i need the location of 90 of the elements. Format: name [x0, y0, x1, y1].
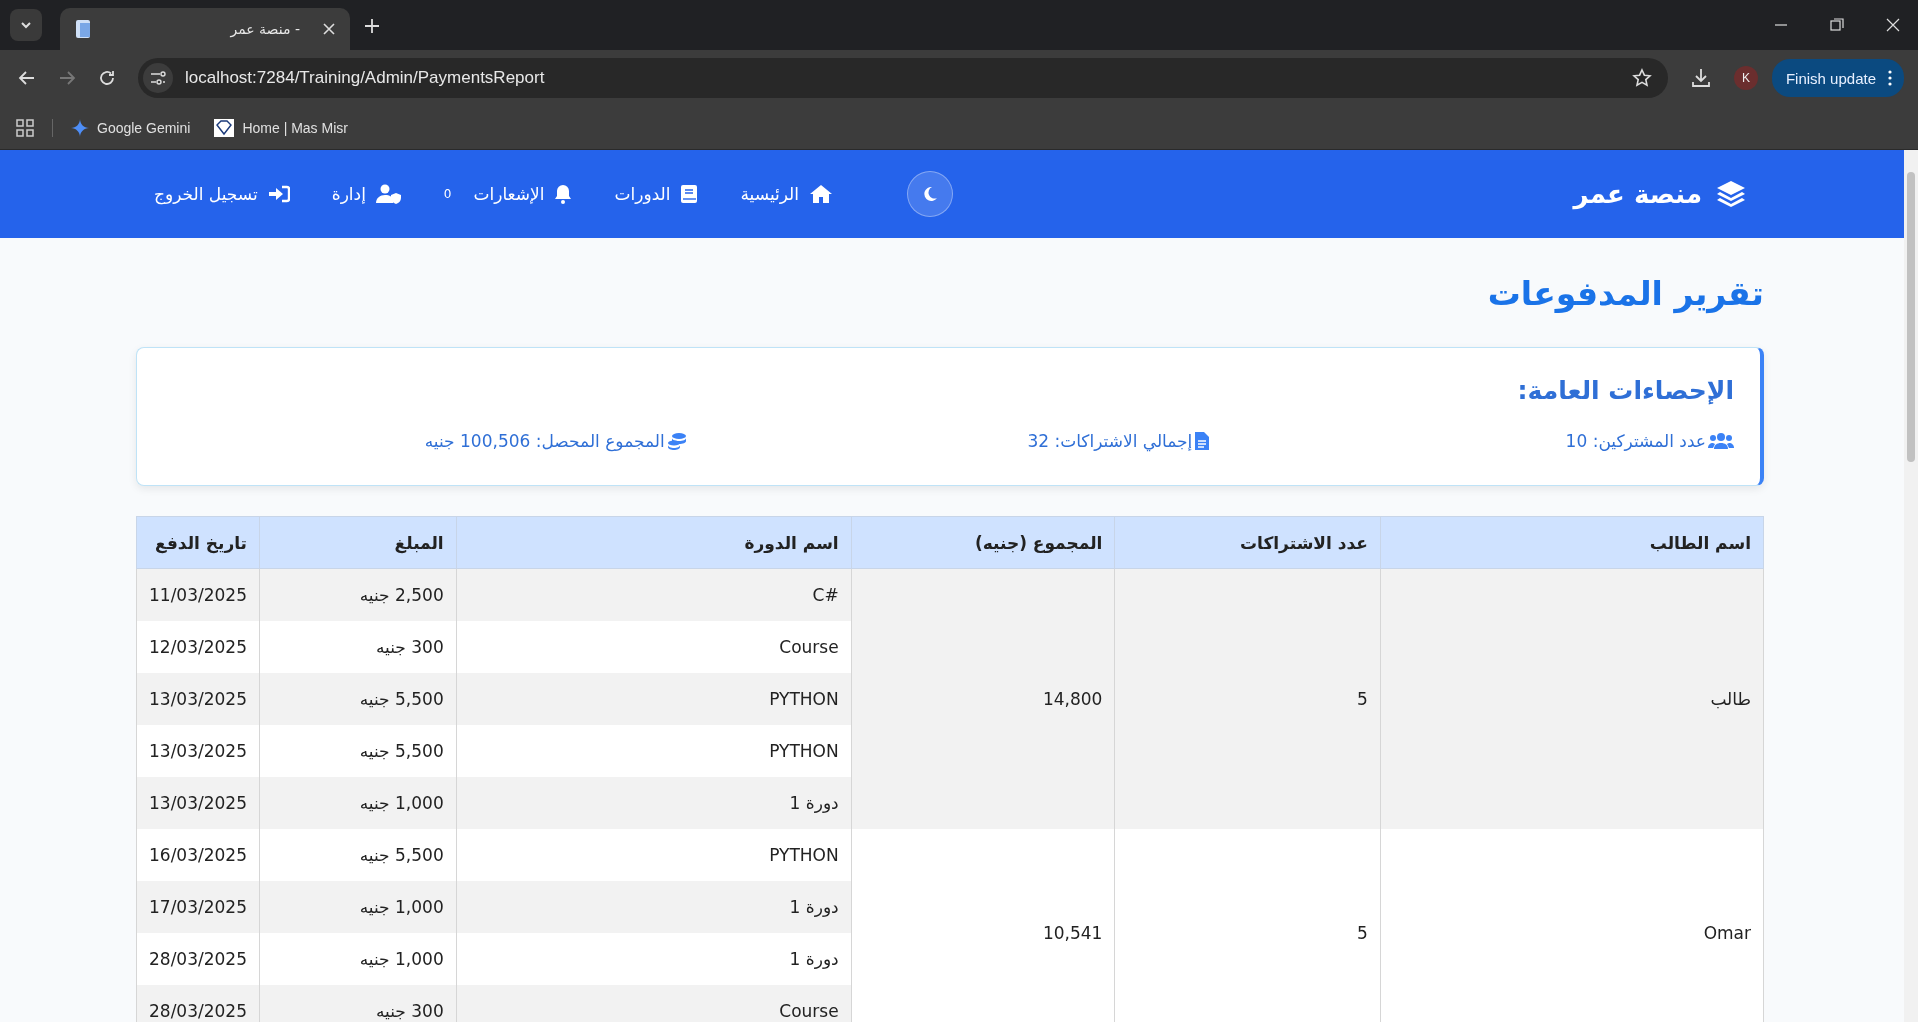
tab-title: منصة عمر -	[229, 21, 301, 37]
notification-count: 0	[443, 187, 452, 201]
url-text: localhost:7284/Training/Admin/PaymentsReport	[185, 68, 546, 88]
bell-icon	[554, 184, 573, 204]
table-cell: 13/03/2025	[136, 777, 260, 829]
table-cell: 13/03/2025	[136, 673, 260, 725]
table-cell: 5,500 جنيه	[259, 725, 457, 777]
column-header: تاريخ الدفع	[136, 516, 260, 569]
diamond-logo-icon	[214, 118, 235, 137]
stat-text: عدد المشتركين: 10	[1565, 431, 1706, 451]
table-cell: 12/03/2025	[136, 621, 260, 673]
column-header: المبلغ	[259, 516, 457, 569]
page-title: تقرير المدفوعات	[1486, 274, 1764, 313]
sparkle-icon	[71, 118, 89, 137]
address-bar[interactable]: localhost:7284/Training/Admin/PaymentsReport	[138, 58, 1668, 98]
table-cell: Course	[456, 985, 852, 1022]
table-cell: دورة 1	[456, 933, 852, 985]
nav-label: إدارة	[331, 184, 366, 204]
new-tab-icon[interactable]	[364, 18, 380, 34]
table-cell: 5,500 جنيه	[259, 829, 457, 881]
book-icon	[680, 184, 699, 204]
restore-icon[interactable]	[1830, 18, 1844, 32]
stat-text: إجمالي الاشتراكات: 32	[1027, 431, 1193, 451]
bookmark-link[interactable]: Google Gemini	[71, 118, 191, 137]
table-cell: طالب	[1380, 568, 1764, 829]
nav-link[interactable]: إدارة	[331, 184, 402, 204]
forward-icon[interactable]	[58, 69, 76, 87]
layers-icon	[1716, 180, 1746, 208]
tab-search-button[interactable]	[10, 9, 42, 41]
table-cell: 14,800	[851, 568, 1115, 829]
logout-icon	[267, 185, 290, 203]
table-cell: 17/03/2025	[136, 881, 260, 933]
column-header: المجموع (جنيه)	[851, 516, 1115, 569]
profile-avatar[interactable]: K	[1733, 66, 1758, 90]
table-cell: PYTHON	[456, 725, 852, 777]
theme-toggle-button[interactable]	[907, 171, 954, 217]
table-cell: دورة 1	[456, 777, 852, 829]
bookmark-link[interactable]: Home | Mas Misr	[214, 118, 348, 137]
table-cell: 10,541	[851, 829, 1115, 1022]
more-icon[interactable]	[1888, 70, 1892, 86]
stats-title: الإحصاءات العامة:	[1516, 376, 1734, 405]
apps-grid-icon[interactable]	[16, 118, 34, 137]
table-cell: 28/03/2025	[136, 933, 260, 985]
finish-update-button[interactable]: Finish update	[1771, 59, 1904, 97]
nav-link[interactable]: الرئيسية	[740, 184, 834, 204]
table-cell: 16/03/2025	[136, 829, 260, 881]
table-cell: 1,000 جنيه	[259, 777, 457, 829]
stat-text: المجموع المحصل: 100,506 جنيه	[424, 431, 665, 451]
nav-link[interactable]: الدورات	[614, 184, 699, 204]
file-icon	[1194, 431, 1211, 451]
table-cell: 13/03/2025	[136, 725, 260, 777]
table-cell: 11/03/2025	[136, 568, 260, 621]
download-icon[interactable]	[1689, 67, 1712, 89]
users-icon	[1708, 432, 1734, 450]
table-cell: 300 جنيه	[259, 621, 457, 673]
table-cell: Course	[456, 621, 852, 673]
nav-label: تسجيل الخروج	[154, 184, 258, 204]
browser-tab[interactable]: منصة عمر -	[60, 8, 350, 50]
bookmark-star-icon[interactable]	[1631, 68, 1652, 88]
coins-icon	[666, 432, 687, 450]
column-header: اسم الدورة	[456, 516, 852, 569]
table-cell: 28/03/2025	[136, 985, 260, 1022]
nav-label: الإشعارات	[473, 184, 545, 204]
table-cell: 1,000 جنيه	[259, 933, 457, 985]
home-icon	[809, 184, 834, 204]
table-cell: PYTHON	[456, 829, 852, 881]
table-cell: 300 جنيه	[259, 985, 457, 1022]
table-cell: PYTHON	[456, 673, 852, 725]
table-cell: 5,500 جنيه	[259, 673, 457, 725]
table-cell: C#	[456, 568, 852, 621]
nav-label: الدورات	[614, 184, 671, 204]
scrollbar-thumb[interactable]	[1907, 172, 1915, 462]
site-settings-icon[interactable]	[143, 63, 173, 93]
table-cell: 5	[1114, 568, 1381, 829]
table-cell: 1,000 جنيه	[259, 881, 457, 933]
close-icon[interactable]	[1886, 18, 1900, 32]
brand-link[interactable]: منصة عمر	[1573, 179, 1746, 209]
back-icon[interactable]	[18, 69, 36, 87]
close-icon[interactable]	[322, 22, 336, 36]
table-cell: دورة 1	[456, 881, 852, 933]
table-cell: Omar	[1380, 829, 1764, 1022]
reload-icon[interactable]	[98, 69, 116, 87]
nav-label: الرئيسية	[740, 184, 800, 204]
user-shield-icon	[375, 184, 402, 204]
column-header: عدد الاشتراكات	[1114, 516, 1381, 569]
table-cell: 2,500 جنيه	[259, 568, 457, 621]
nav-link[interactable]: تسجيل الخروج	[154, 184, 290, 204]
column-header: اسم الطالب	[1380, 516, 1764, 569]
scrollbar[interactable]	[1904, 150, 1918, 1022]
table-cell: 5	[1114, 829, 1381, 1022]
